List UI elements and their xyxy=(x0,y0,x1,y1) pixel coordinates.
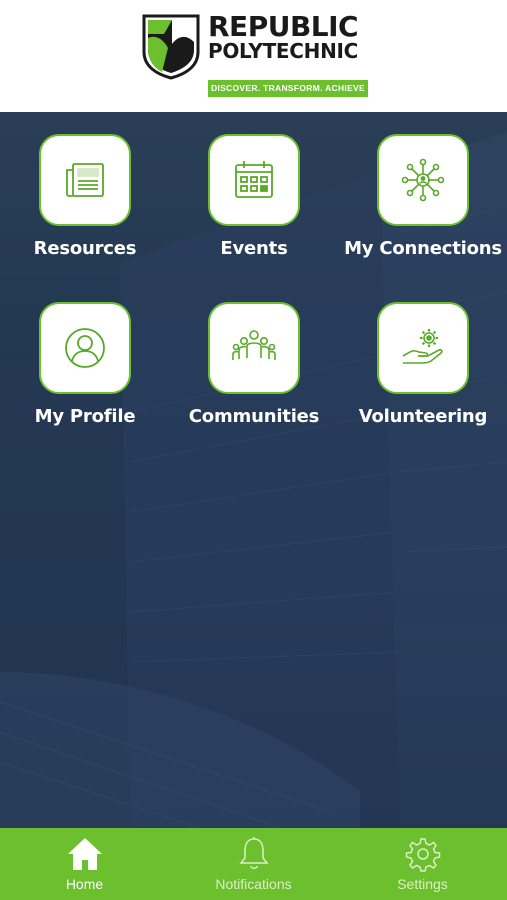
my-profile-tile-box[interactable] xyxy=(39,302,131,394)
my-connections-tile-box[interactable] xyxy=(377,134,469,226)
menu-tile-events[interactable]: Events xyxy=(179,134,329,274)
menu-tile-communities[interactable]: Communities xyxy=(179,302,329,442)
bottom-tab-bar: Home Notifications Settings xyxy=(0,828,507,900)
calendar-icon xyxy=(235,161,273,198)
app-header: REPUBLIC POLYTECHNIC DISCOVER. TRANSFORM… xyxy=(0,0,507,112)
newspaper-icon xyxy=(66,163,104,197)
menu-tile-resources[interactable]: Resources xyxy=(10,134,160,274)
wordmark: REPUBLIC POLYTECHNIC xyxy=(208,10,368,63)
tab-home-label: Home xyxy=(65,876,104,892)
resources-tile-box[interactable] xyxy=(39,134,131,226)
tab-settings-label: Settings xyxy=(397,876,448,892)
tab-settings[interactable]: Settings xyxy=(338,828,507,900)
home-icon xyxy=(68,838,102,870)
volunteering-tile-box[interactable] xyxy=(377,302,469,394)
events-label: Events xyxy=(220,238,288,259)
brand-line1: REPUBLIC xyxy=(208,10,359,43)
menu-tile-volunteering[interactable]: Volunteering xyxy=(348,302,498,442)
my-profile-label: My Profile xyxy=(34,406,136,427)
republic-polytechnic-logo: REPUBLIC POLYTECHNIC DISCOVER. TRANSFORM… xyxy=(142,12,368,100)
communities-label: Communities xyxy=(188,406,320,427)
home-grid-area: Resources Events My Connections My Profi… xyxy=(0,112,507,828)
bell-icon xyxy=(239,837,269,869)
tab-notifications-label: Notifications xyxy=(215,876,292,892)
communities-tile-box[interactable] xyxy=(208,302,300,394)
gear-icon xyxy=(405,838,441,872)
brand-tagline: DISCOVER. TRANSFORM. ACHIEVE xyxy=(208,80,368,97)
menu-tile-my-profile[interactable]: My Profile xyxy=(10,302,160,442)
people-group-icon xyxy=(232,330,276,360)
shield-logo-icon xyxy=(142,14,200,80)
network-icon xyxy=(401,158,445,202)
resources-label: Resources xyxy=(33,238,137,259)
menu-tile-my-connections[interactable]: My Connections xyxy=(344,134,502,274)
tab-notifications[interactable]: Notifications xyxy=(169,828,338,900)
my-connections-label: My Connections xyxy=(344,238,502,259)
events-tile-box[interactable] xyxy=(208,134,300,226)
user-circle-icon xyxy=(65,328,105,368)
tab-home[interactable]: Home xyxy=(0,828,169,900)
hand-gear-icon xyxy=(402,329,443,364)
brand-line2: POLYTECHNIC xyxy=(208,39,359,63)
volunteering-label: Volunteering xyxy=(358,406,488,427)
